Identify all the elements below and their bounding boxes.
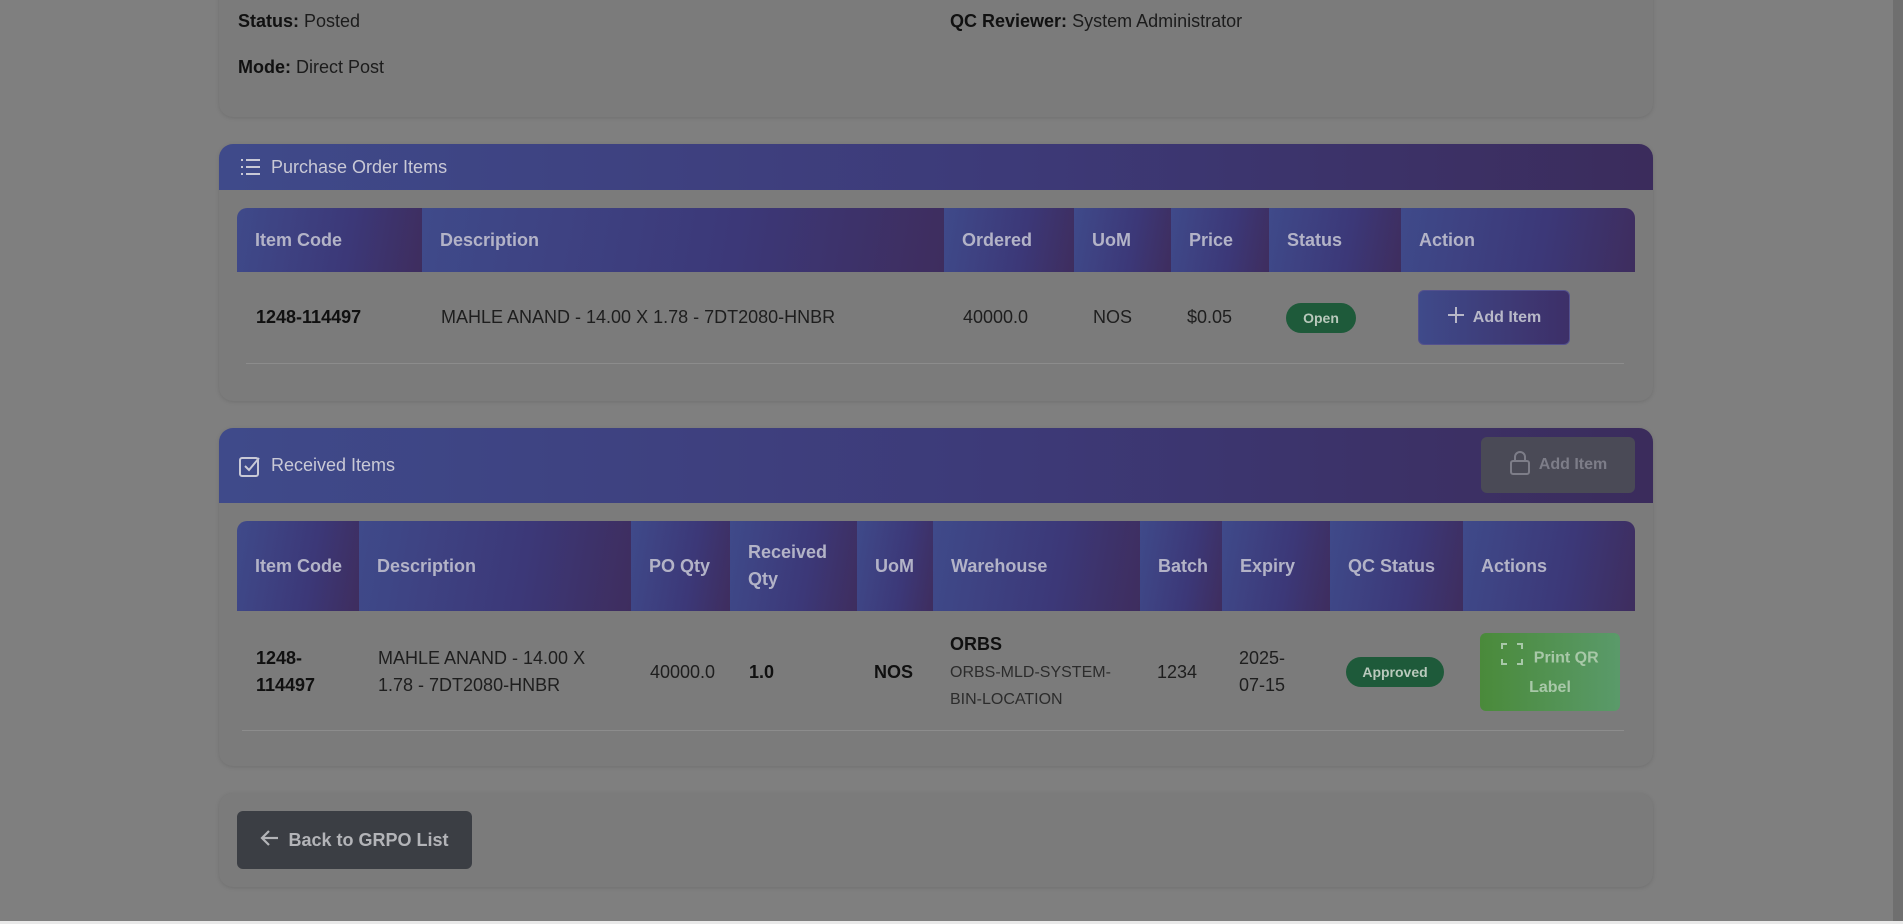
col-received-qty: Received Qty [730,521,857,611]
col-qc-status: QC Status [1330,521,1463,611]
print-qr-content: Print QR Label [1480,643,1620,701]
received-expiry: 2025-07-15 [1239,648,1286,695]
po-description: MAHLE ANAND - 14.00 X 1.78 - 7DT2080-HNB… [441,307,836,327]
print-qr-label: Print QR Label [1529,649,1599,696]
received-qty: 1.0 [749,662,775,682]
col-item-code: Item Code [237,521,359,611]
col-action: Action [1401,208,1635,272]
po-table-header: Item Code Description Ordered UoM Price … [237,208,1635,272]
po-ordered: 40000.0 [963,307,1029,327]
back-label: Back to GRPO List [288,829,449,850]
col-expiry: Expiry [1222,521,1330,611]
add-item-locked-button[interactable]: Add Item [1481,437,1635,493]
po-item-code: 1248-114497 [256,307,362,327]
col-description: Description [422,208,944,272]
po-items-title: Purchase Order Items [271,156,448,177]
po-items-header: Purchase Order Items [219,144,1653,190]
warehouse-name: ORBS [950,634,1003,654]
bin-location: ORBS-MLD-SYSTEM-BIN-LOCATION [950,664,1111,708]
col-batch: Batch [1140,521,1222,611]
po-items-card: Purchase Order Items Item Code Descripti… [219,144,1653,401]
qc-reviewer-label: QC Reviewer: [950,11,1068,31]
add-item-locked-label: Add Item [1538,456,1608,473]
col-description: Description [359,521,631,611]
received-items-card: Received Items Add Item Item Code Descri… [219,428,1653,766]
list-icon [239,156,261,178]
col-warehouse: Warehouse [933,521,1140,611]
status-badge: Open [1286,303,1356,333]
print-qr-label-button[interactable]: Print QR Label [1480,633,1620,711]
po-uom: NOS [1093,307,1133,327]
mode-info: Mode: Direct Post [238,57,384,78]
row-divider [246,363,1624,364]
lock-icon [1509,450,1531,480]
received-items-header: Received Items [219,428,1653,503]
grpo-info-card: Status: Posted Mode: Direct Post QC Revi… [219,0,1653,117]
col-uom: UoM [1074,208,1171,272]
add-item-button[interactable]: Add Item [1418,290,1570,345]
qc-reviewer-info: QC Reviewer: System Administrator [950,11,1242,32]
status-info: Status: Posted [238,11,360,32]
col-status: Status [1269,208,1401,272]
status-label: Status: [238,11,300,31]
back-to-grpo-list-button[interactable]: Back to GRPO List [237,811,472,869]
mode-value: Direct Post [296,57,385,77]
col-price: Price [1171,208,1269,272]
received-uom: NOS [874,662,914,682]
checkbox-icon [239,455,261,477]
scrollbar[interactable] [1893,0,1903,924]
col-item-code: Item Code [237,208,422,272]
scan-icon [1501,643,1524,674]
mode-label: Mode: [238,57,291,77]
received-item-code: 1248-114497 [256,648,316,695]
col-uom: UoM [857,521,933,611]
add-item-label: Add Item [1472,308,1542,326]
received-items-title: Received Items [271,455,396,475]
arrow-left-icon [260,828,280,853]
qc-reviewer-value: System Administrator [1072,11,1243,31]
po-price: $0.05 [1187,307,1233,327]
col-po-qty: PO Qty [631,521,730,611]
col-actions: Actions [1463,521,1635,611]
col-ordered: Ordered [944,208,1074,272]
received-description: MAHLE ANAND - 14.00 X 1.78 - 7DT2080-HNB… [378,648,586,695]
status-value: Posted [304,11,361,31]
qc-status-badge: Approved [1346,657,1444,687]
row-divider [242,730,1624,731]
received-batch: 1234 [1157,662,1198,682]
received-table-header: Item Code Description PO Qty Received Qt… [237,521,1635,611]
plus-icon [1447,306,1465,329]
received-po-qty: 40000.0 [650,662,716,682]
